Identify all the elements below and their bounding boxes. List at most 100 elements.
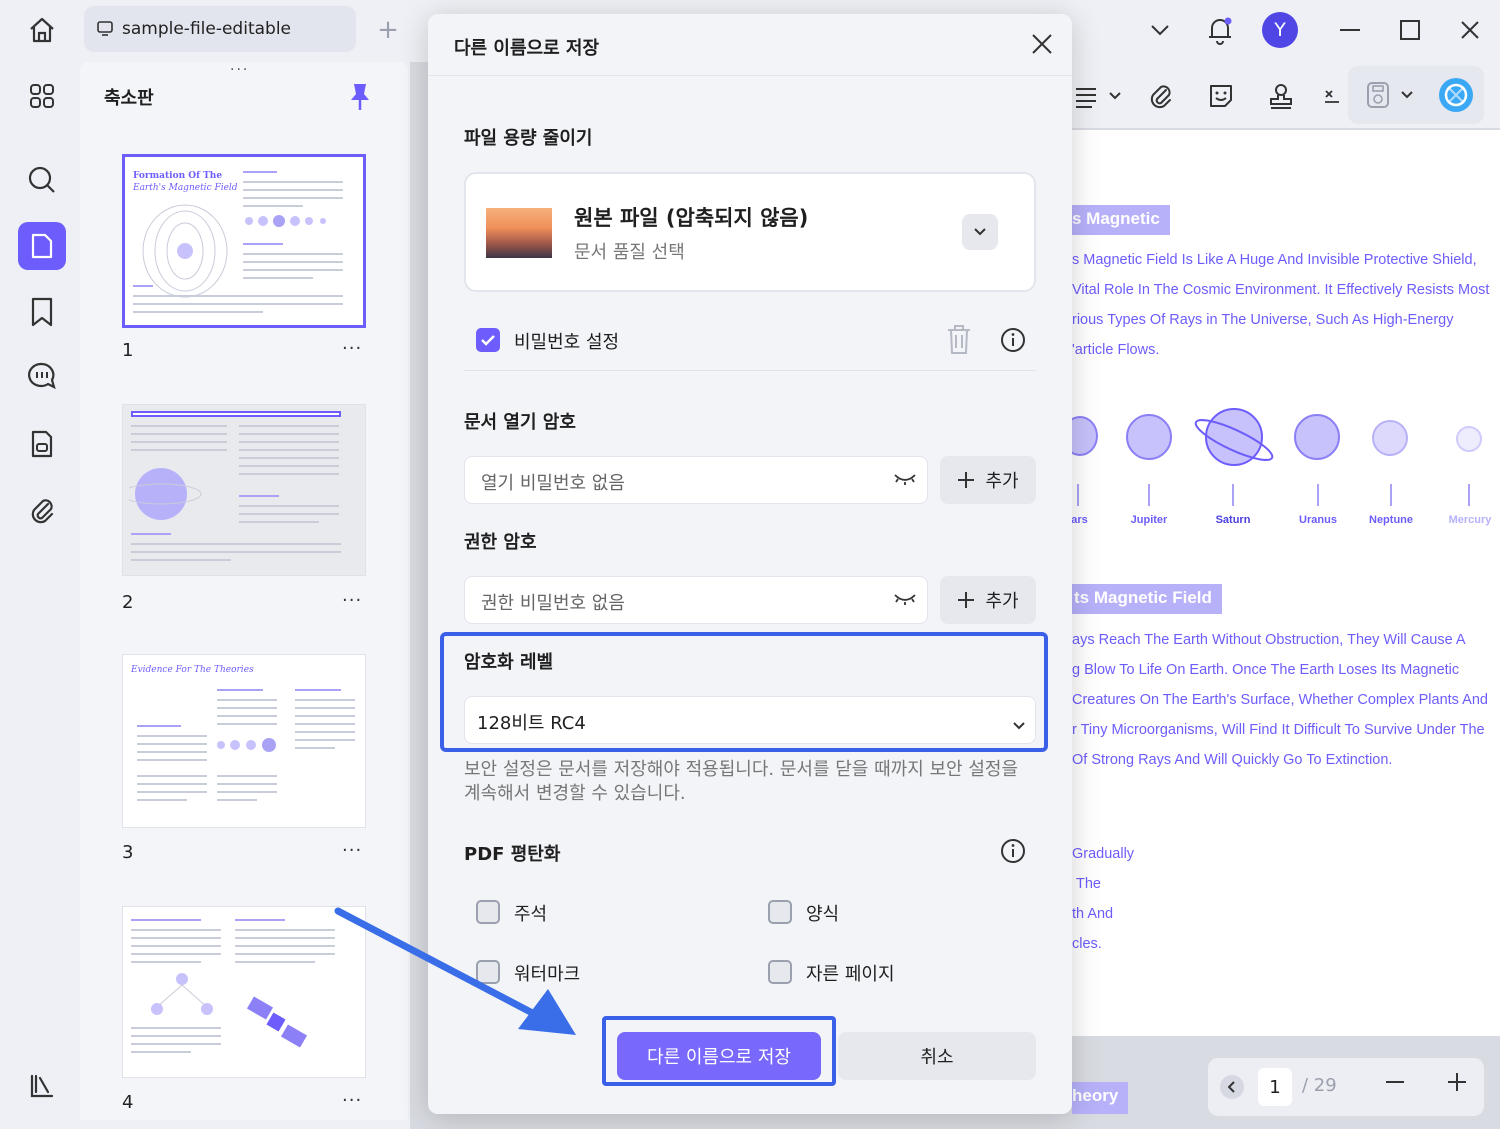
flatten-annotation-checkbox[interactable] (476, 900, 500, 924)
info-icon[interactable] (1000, 327, 1026, 353)
flatten-form-label: 양식 (806, 904, 840, 925)
dialog-title: 다른 이름으로 저장 (454, 38, 600, 59)
text-box-dropdown-icon[interactable] (1106, 76, 1124, 116)
flatten-cropped-checkbox[interactable] (768, 960, 792, 984)
permission-password-add-label: 추가 (985, 591, 1019, 612)
page-thumbnail-1[interactable]: Formation Of The Earth's Magnetic Field (122, 154, 366, 328)
notification-bell-icon[interactable] (1202, 10, 1238, 50)
page-2-more-icon[interactable]: ··· (342, 590, 362, 611)
bookmark-icon[interactable] (18, 288, 66, 336)
signature-icon[interactable] (1320, 76, 1344, 116)
doc-line: g Blow To Life On Earth. Once The Earth … (1072, 662, 1460, 678)
thumbnails-icon[interactable] (18, 222, 66, 270)
doc-line: Of Strong Rays And Will Quickly Go To Ex… (1072, 752, 1393, 768)
permission-password-title: 권한 암호 (464, 532, 537, 553)
doc-heading-magnetic-field: ts Magnetic Field (1072, 584, 1222, 614)
apps-grid-icon[interactable] (18, 72, 66, 120)
planet-label: Uranus (1299, 514, 1337, 526)
doc-line: cles. (1072, 936, 1102, 952)
home-icon[interactable] (22, 12, 62, 48)
thumb-4-diagram (151, 973, 213, 1015)
page-number-input[interactable]: 1 (1258, 1068, 1292, 1106)
paperclip-icon[interactable] (18, 486, 66, 534)
cancel-button[interactable]: 취소 (838, 1032, 1036, 1080)
flatten-watermark-checkbox[interactable] (476, 960, 500, 984)
page-total: / 29 (1302, 1075, 1337, 1096)
doc-line: r Tiny Microorganisms, Will Find It Diff… (1072, 722, 1485, 738)
open-password-title: 문서 열기 암호 (464, 412, 576, 433)
pin-icon[interactable] (348, 82, 372, 116)
planet-label: Mercury (1448, 514, 1492, 526)
user-avatar[interactable]: Y (1260, 10, 1300, 50)
page-thumbnail-4[interactable] (122, 906, 366, 1078)
doc-line: 'article Flows. (1072, 342, 1160, 358)
file-quality-selector[interactable]: 원본 파일 (압축되지 않음) 문서 품질 선택 (464, 172, 1036, 292)
file-option-sub: 문서 품질 선택 (574, 242, 685, 263)
open-password-select[interactable]: 열기 비밀번호 없음 (464, 456, 928, 504)
thumb-3-planets (217, 738, 276, 752)
document-tab-title: sample-file-editable (122, 19, 291, 39)
left-tool-rail (6, 62, 78, 1120)
thumb-1-planets (245, 215, 326, 227)
planet-uranus (1294, 414, 1340, 460)
flatten-form-checkbox[interactable] (768, 900, 792, 924)
page-3-more-icon[interactable]: ··· (342, 840, 362, 861)
planet-neptune (1372, 420, 1408, 456)
zoom-in-icon[interactable] (1446, 1070, 1468, 1100)
password-label: 비밀번호 설정 (514, 332, 620, 353)
window-close-icon[interactable] (1454, 10, 1486, 50)
library-icon[interactable] (18, 1062, 66, 1110)
new-tab-button[interactable]: + (374, 16, 402, 44)
permission-password-select[interactable]: 권한 비밀번호 없음 (464, 576, 928, 624)
reduce-size-title: 파일 용량 줄이기 (464, 128, 593, 149)
doc-line: Vital Role In The Cosmic Environment. It… (1072, 282, 1490, 298)
page-4-more-icon[interactable]: ··· (342, 1090, 362, 1111)
document-tab[interactable]: sample-file-editable (84, 6, 356, 52)
text-box-icon[interactable] (1072, 76, 1102, 116)
eye-closed-icon[interactable] (893, 471, 917, 490)
attach-file-icon[interactable] (1146, 76, 1176, 116)
chevron-down-icon[interactable] (1013, 715, 1025, 734)
comment-icon[interactable] (18, 352, 66, 400)
sticker-icon[interactable] (1206, 76, 1236, 116)
thumb-2-globe (129, 468, 202, 520)
eye-closed-icon[interactable] (893, 591, 917, 610)
search-icon[interactable] (18, 156, 66, 204)
thumbnails-panel: ··· 축소판 Formation Of The Earth's Magneti… (80, 62, 408, 1120)
doc-heading-magnetic: s Magnetic (1072, 205, 1170, 235)
attachment-list-icon[interactable] (18, 420, 66, 468)
panel-drag-handle[interactable]: ··· (230, 62, 249, 78)
page-thumbnail-2[interactable] (122, 404, 366, 576)
trash-icon[interactable] (944, 322, 974, 360)
doc-line: s Magnetic Field Is Like A Huge And Invi… (1072, 252, 1477, 268)
info-icon[interactable] (1000, 838, 1026, 864)
save-as-button[interactable]: 다른 이름으로 저장 (617, 1032, 821, 1080)
dialog-close-icon[interactable] (1030, 32, 1056, 58)
thumb-1-subheading: Earth's Magnetic Field (133, 183, 238, 193)
password-checkbox[interactable] (476, 328, 500, 352)
open-password-add-label: 추가 (985, 471, 1019, 492)
save-file-icon[interactable] (1364, 75, 1392, 115)
zoom-out-icon[interactable] (1384, 1070, 1406, 1100)
doc-heading-theory: heory (1072, 1082, 1129, 1114)
plus-icon (958, 472, 975, 488)
maximize-icon[interactable] (1394, 10, 1426, 50)
save-dropdown-icon[interactable] (1398, 75, 1416, 115)
permission-password-add-button[interactable]: 추가 (940, 576, 1036, 624)
previous-page-icon[interactable] (1220, 1075, 1244, 1099)
planet-mercury (1456, 426, 1482, 452)
encryption-level-select[interactable]: 128비트 RC4 (464, 696, 1036, 744)
minimize-icon[interactable] (1334, 10, 1366, 50)
plus-icon (958, 592, 975, 608)
doc-line: Gradually (1072, 846, 1135, 862)
thumb-4-satellite (246, 996, 308, 1048)
page-1-more-icon[interactable]: ··· (342, 338, 362, 359)
chevron-down-icon[interactable] (1142, 10, 1178, 50)
ai-assistant-icon[interactable] (1436, 75, 1476, 115)
file-option-name: 원본 파일 (압축되지 않음) (574, 206, 809, 230)
chevron-down-icon[interactable] (962, 214, 998, 250)
stamp-icon[interactable] (1266, 76, 1296, 116)
open-password-add-button[interactable]: 추가 (940, 456, 1036, 504)
doc-line: ays Reach The Earth Without Obstruction,… (1072, 632, 1466, 648)
page-thumbnail-3[interactable]: Evidence For The Theories (122, 654, 366, 828)
